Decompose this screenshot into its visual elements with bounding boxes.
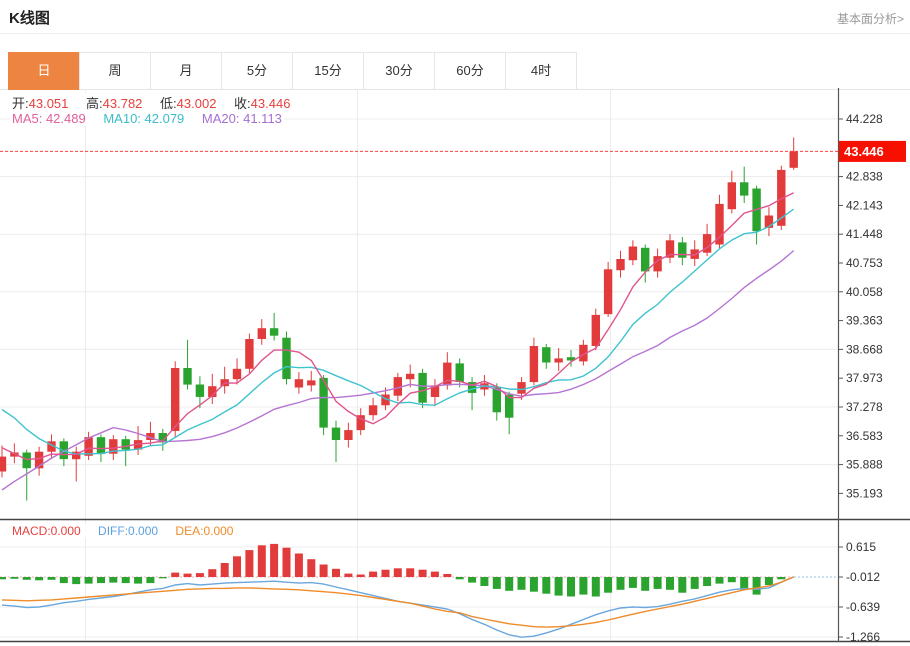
svg-text:43.446: 43.446 [844,144,884,159]
page-title: K线图 [9,7,50,28]
price-axis-label: 37.973 [846,371,883,385]
macd-legend: MACD:0.000 DIFF:0.000 DEA:0.000 [10,524,235,538]
ma5-legend: MA5: 42.489 [12,111,86,126]
macd-value: 0.000 [51,524,81,538]
open-value: 43.051 [29,96,69,111]
macd-axis-label: -0.012 [846,570,880,584]
price-axis-label: 42.143 [846,198,883,212]
price-axis-label: 40.753 [846,256,883,270]
diff-value: 0.000 [128,524,158,538]
macd-axis-label: -0.639 [846,600,880,614]
price-axis-label: 35.193 [846,486,883,500]
macd-axis: 0.615 -0.012 -0.639 -1.266 [838,540,880,644]
interval-tabs: 日 周 月 5分 15分 30分 60分 4时 [8,52,577,90]
kline-plot-area[interactable] [0,90,838,642]
tab-15min[interactable]: 15分 [292,52,364,90]
tab-month[interactable]: 月 [150,52,222,90]
price-axis-label: 41.448 [846,227,883,241]
ma10-legend: MA10: 42.079 [103,111,184,126]
price-axis-label: 44.228 [846,112,883,126]
tab-60min[interactable]: 60分 [434,52,506,90]
fundamental-analysis-link[interactable]: 基本面分析> [837,10,904,27]
macd-label: MACD: [12,524,51,538]
header-bar: K线图 基本面分析> [0,0,910,34]
price-axis: 44.228 42.838 42.143 41.448 40.753 40.058 39.3… [838,112,883,500]
price-axis-label: 38.668 [846,342,883,356]
macd-axis-label: 0.615 [846,540,876,554]
price-axis-label: 36.583 [846,429,883,443]
open-label: 开: [12,96,29,111]
high-label: 高: [86,96,103,111]
price-axis-label: 40.058 [846,285,883,299]
price-axis-label: 35.888 [846,458,883,472]
low-label: 低: [160,96,177,111]
close-value: 43.446 [251,96,291,111]
ma-legend: MA5: 42.489 MA10: 42.079 MA20: 41.113 [10,111,284,126]
high-value: 43.782 [103,96,143,111]
kline-page: { "header": { "title": "K线图", "link": "基… [0,0,910,646]
tab-day[interactable]: 日 [8,52,80,90]
dea-label: DEA: [175,524,203,538]
ohlc-legend: 开:43.051 高:43.782 低:43.002 收:43.446 [10,93,292,112]
low-value: 43.002 [177,96,217,111]
tab-30min[interactable]: 30分 [363,52,435,90]
tab-4hour[interactable]: 4时 [505,52,577,90]
dea-value: 0.000 [203,524,233,538]
macd-axis-label: -1.266 [846,630,880,644]
tab-week[interactable]: 周 [79,52,151,90]
diff-label: DIFF: [98,524,128,538]
price-axis-label: 39.363 [846,314,883,328]
ma20-legend: MA20: 41.113 [202,111,282,126]
tab-5min[interactable]: 5分 [221,52,293,90]
price-axis-label: 42.838 [846,170,883,184]
close-label: 收: [234,96,251,111]
current-price-tag: 43.446 [839,141,906,162]
price-axis-label: 37.278 [846,400,883,414]
